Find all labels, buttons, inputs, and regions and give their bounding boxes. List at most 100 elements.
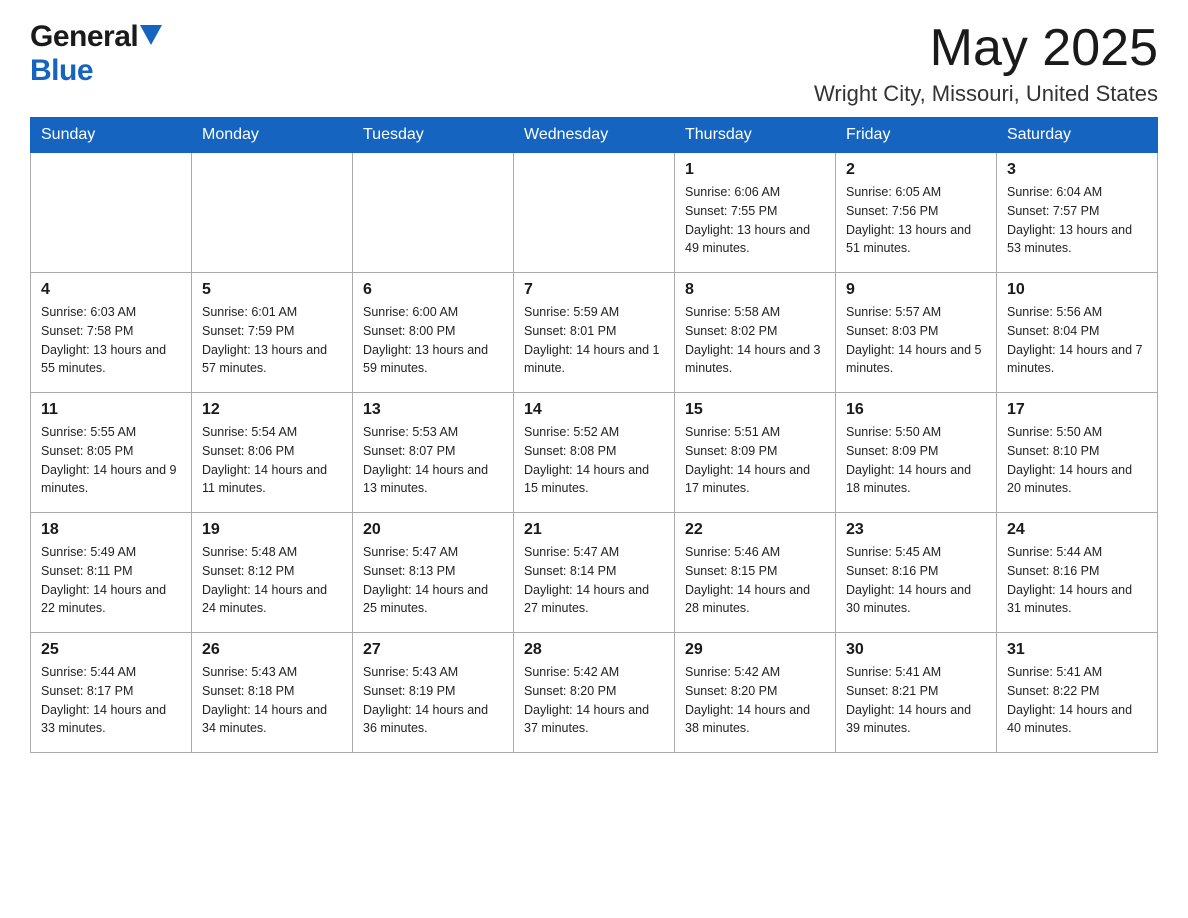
- calendar-day-cell: 21 Sunrise: 5:47 AMSunset: 8:14 PMDayligh…: [514, 513, 675, 633]
- day-sun-info: Sunrise: 5:50 AMSunset: 8:10 PMDaylight:…: [1007, 423, 1147, 498]
- logo: General Blue: [30, 20, 162, 88]
- calendar-day-cell: [31, 153, 192, 273]
- day-sun-info: Sunrise: 5:54 AMSunset: 8:06 PMDaylight:…: [202, 423, 342, 498]
- day-sun-info: Sunrise: 5:51 AMSunset: 8:09 PMDaylight:…: [685, 423, 825, 498]
- day-number: 16: [846, 401, 986, 419]
- day-number: 31: [1007, 641, 1147, 659]
- calendar-day-cell: 18 Sunrise: 5:49 AMSunset: 8:11 PMDayligh…: [31, 513, 192, 633]
- day-sun-info: Sunrise: 5:50 AMSunset: 8:09 PMDaylight:…: [846, 423, 986, 498]
- calendar-day-cell: 26 Sunrise: 5:43 AMSunset: 8:18 PMDayligh…: [192, 633, 353, 753]
- day-number: 25: [41, 641, 181, 659]
- calendar-week-row: 11 Sunrise: 5:55 AMSunset: 8:05 PMDayligh…: [31, 393, 1158, 513]
- day-number: 21: [524, 521, 664, 539]
- calendar-day-cell: 7 Sunrise: 5:59 AMSunset: 8:01 PMDaylight…: [514, 273, 675, 393]
- logo-blue-text: Blue: [30, 54, 93, 88]
- calendar-day-cell: 10 Sunrise: 5:56 AMSunset: 8:04 PMDayligh…: [997, 273, 1158, 393]
- day-sun-info: Sunrise: 5:47 AMSunset: 8:14 PMDaylight:…: [524, 543, 664, 618]
- day-number: 29: [685, 641, 825, 659]
- calendar-body: 1 Sunrise: 6:06 AMSunset: 7:55 PMDaylight…: [31, 153, 1158, 753]
- calendar-day-cell: 13 Sunrise: 5:53 AMSunset: 8:07 PMDayligh…: [353, 393, 514, 513]
- calendar-week-row: 25 Sunrise: 5:44 AMSunset: 8:17 PMDayligh…: [31, 633, 1158, 753]
- day-of-week-header: Monday: [192, 118, 353, 153]
- calendar-day-cell: 29 Sunrise: 5:42 AMSunset: 8:20 PMDayligh…: [675, 633, 836, 753]
- day-sun-info: Sunrise: 5:56 AMSunset: 8:04 PMDaylight:…: [1007, 303, 1147, 378]
- day-sun-info: Sunrise: 5:45 AMSunset: 8:16 PMDaylight:…: [846, 543, 986, 618]
- day-number: 1: [685, 161, 825, 179]
- day-number: 11: [41, 401, 181, 419]
- day-number: 8: [685, 281, 825, 299]
- day-of-week-header: Wednesday: [514, 118, 675, 153]
- day-of-week-header: Tuesday: [353, 118, 514, 153]
- day-number: 10: [1007, 281, 1147, 299]
- day-of-week-header: Thursday: [675, 118, 836, 153]
- calendar-day-cell: [353, 153, 514, 273]
- day-sun-info: Sunrise: 5:41 AMSunset: 8:22 PMDaylight:…: [1007, 663, 1147, 738]
- calendar-day-cell: 5 Sunrise: 6:01 AMSunset: 7:59 PMDaylight…: [192, 273, 353, 393]
- day-number: 26: [202, 641, 342, 659]
- calendar-table: SundayMondayTuesdayWednesdayThursdayFrid…: [30, 117, 1158, 753]
- day-sun-info: Sunrise: 5:44 AMSunset: 8:16 PMDaylight:…: [1007, 543, 1147, 618]
- day-sun-info: Sunrise: 5:53 AMSunset: 8:07 PMDaylight:…: [363, 423, 503, 498]
- calendar-day-cell: 9 Sunrise: 5:57 AMSunset: 8:03 PMDaylight…: [836, 273, 997, 393]
- day-sun-info: Sunrise: 5:58 AMSunset: 8:02 PMDaylight:…: [685, 303, 825, 378]
- calendar-day-cell: 1 Sunrise: 6:06 AMSunset: 7:55 PMDaylight…: [675, 153, 836, 273]
- day-sun-info: Sunrise: 5:55 AMSunset: 8:05 PMDaylight:…: [41, 423, 181, 498]
- day-sun-info: Sunrise: 6:05 AMSunset: 7:56 PMDaylight:…: [846, 183, 986, 258]
- header-right: May 2025 Wright City, Missouri, United S…: [814, 20, 1158, 107]
- day-sun-info: Sunrise: 5:44 AMSunset: 8:17 PMDaylight:…: [41, 663, 181, 738]
- calendar-day-cell: [514, 153, 675, 273]
- day-sun-info: Sunrise: 5:48 AMSunset: 8:12 PMDaylight:…: [202, 543, 342, 618]
- day-number: 14: [524, 401, 664, 419]
- day-sun-info: Sunrise: 5:42 AMSunset: 8:20 PMDaylight:…: [685, 663, 825, 738]
- day-sun-info: Sunrise: 6:06 AMSunset: 7:55 PMDaylight:…: [685, 183, 825, 258]
- calendar-day-cell: 20Sunrise: 5:47 AMSunset: 8:13 PMDayligh…: [353, 513, 514, 633]
- day-number: 18: [41, 521, 181, 539]
- day-of-week-header: Sunday: [31, 118, 192, 153]
- calendar-day-cell: 4 Sunrise: 6:03 AMSunset: 7:58 PMDaylight…: [31, 273, 192, 393]
- day-sun-info: Sunrise: 5:46 AMSunset: 8:15 PMDaylight:…: [685, 543, 825, 618]
- day-number: 24: [1007, 521, 1147, 539]
- calendar-header: SundayMondayTuesdayWednesdayThursdayFrid…: [31, 118, 1158, 153]
- day-number: 3: [1007, 161, 1147, 179]
- day-number: 30: [846, 641, 986, 659]
- day-sun-info: Sunrise: 5:49 AMSunset: 8:11 PMDaylight:…: [41, 543, 181, 618]
- day-of-week-header: Saturday: [997, 118, 1158, 153]
- calendar-day-cell: 3 Sunrise: 6:04 AMSunset: 7:57 PMDaylight…: [997, 153, 1158, 273]
- day-number: 19: [202, 521, 342, 539]
- logo-triangle-icon: [140, 25, 162, 45]
- day-sun-info: Sunrise: 5:43 AMSunset: 8:19 PMDaylight:…: [363, 663, 503, 738]
- calendar-day-cell: 8 Sunrise: 5:58 AMSunset: 8:02 PMDaylight…: [675, 273, 836, 393]
- day-sun-info: Sunrise: 5:43 AMSunset: 8:18 PMDaylight:…: [202, 663, 342, 738]
- calendar-day-cell: 15Sunrise: 5:51 AMSunset: 8:09 PMDayligh…: [675, 393, 836, 513]
- calendar-day-cell: 16 Sunrise: 5:50 AMSunset: 8:09 PMDayligh…: [836, 393, 997, 513]
- day-sun-info: Sunrise: 5:57 AMSunset: 8:03 PMDaylight:…: [846, 303, 986, 378]
- calendar-day-cell: 30Sunrise: 5:41 AMSunset: 8:21 PMDayligh…: [836, 633, 997, 753]
- day-sun-info: Sunrise: 5:42 AMSunset: 8:20 PMDaylight:…: [524, 663, 664, 738]
- day-sun-info: Sunrise: 6:01 AMSunset: 7:59 PMDaylight:…: [202, 303, 342, 378]
- calendar-day-cell: 19 Sunrise: 5:48 AMSunset: 8:12 PMDayligh…: [192, 513, 353, 633]
- day-number: 23: [846, 521, 986, 539]
- day-sun-info: Sunrise: 5:59 AMSunset: 8:01 PMDaylight:…: [524, 303, 664, 378]
- day-number: 9: [846, 281, 986, 299]
- logo-general-text: General: [30, 20, 138, 54]
- day-sun-info: Sunrise: 6:04 AMSunset: 7:57 PMDaylight:…: [1007, 183, 1147, 258]
- day-number: 7: [524, 281, 664, 299]
- calendar-day-cell: [192, 153, 353, 273]
- calendar-day-cell: 25 Sunrise: 5:44 AMSunset: 8:17 PMDayligh…: [31, 633, 192, 753]
- day-number: 4: [41, 281, 181, 299]
- days-of-week-row: SundayMondayTuesdayWednesdayThursdayFrid…: [31, 118, 1158, 153]
- day-number: 13: [363, 401, 503, 419]
- calendar-day-cell: 22Sunrise: 5:46 AMSunset: 8:15 PMDayligh…: [675, 513, 836, 633]
- calendar-day-cell: 6Sunrise: 6:00 AMSunset: 8:00 PMDaylight…: [353, 273, 514, 393]
- calendar-day-cell: 14Sunrise: 5:52 AMSunset: 8:08 PMDayligh…: [514, 393, 675, 513]
- location-text: Wright City, Missouri, United States: [814, 81, 1158, 107]
- calendar-day-cell: 2 Sunrise: 6:05 AMSunset: 7:56 PMDaylight…: [836, 153, 997, 273]
- day-sun-info: Sunrise: 6:03 AMSunset: 7:58 PMDaylight:…: [41, 303, 181, 378]
- day-number: 2: [846, 161, 986, 179]
- day-number: 6: [363, 281, 503, 299]
- day-number: 20: [363, 521, 503, 539]
- day-number: 5: [202, 281, 342, 299]
- day-number: 27: [363, 641, 503, 659]
- day-number: 12: [202, 401, 342, 419]
- calendar-day-cell: 17Sunrise: 5:50 AMSunset: 8:10 PMDayligh…: [997, 393, 1158, 513]
